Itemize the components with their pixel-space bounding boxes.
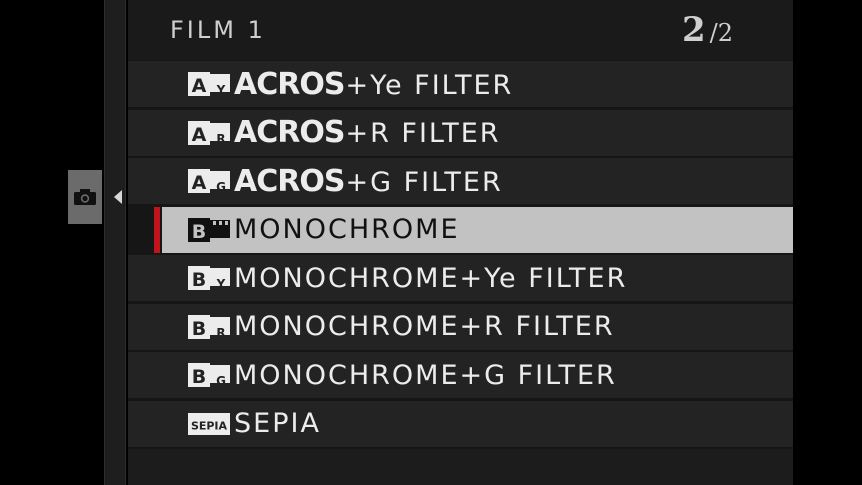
menu-item-label: MONOCHROME (234, 214, 460, 245)
svg-text:G: G (216, 180, 226, 194)
menu-footer (128, 449, 793, 485)
page-total: 2 (717, 19, 733, 47)
selection-marker (154, 206, 160, 253)
svg-text:Y: Y (216, 83, 226, 97)
acros-ye-icon: AY (187, 70, 231, 98)
svg-text:B: B (192, 269, 206, 291)
acros-brand: ACROS (234, 163, 345, 199)
menu-item[interactable]: SEPIA SEPIA (128, 400, 793, 447)
svg-text:A: A (192, 172, 207, 194)
svg-text:A: A (192, 124, 207, 146)
menu-item[interactable]: B MONOCHROME (154, 206, 793, 253)
film-simulation-list: A Y ACROS+Ye FILTER A R ACROS+R FILTER A G ACROS… (128, 61, 793, 449)
menu-header: FILM 1 2/2 (128, 0, 793, 60)
monochrome-ye-icon: BY (187, 264, 231, 292)
shooting-menu-tab[interactable] (68, 170, 102, 224)
svg-text:SEPIA: SEPIA (191, 419, 228, 432)
page-current: 2 (681, 10, 706, 50)
monochrome-icon: B (187, 216, 231, 244)
menu-panel: FILM 1 2/2 A Y ACROS+Ye FILTER A R ACROS+R FI… (128, 0, 793, 485)
menu-item-label: ACROS+G FILTER (234, 164, 503, 199)
menu-item[interactable]: A R ACROS+R FILTER (128, 109, 793, 156)
acros-brand: ACROS (234, 66, 345, 102)
menu-item[interactable]: A G ACROS+G FILTER (128, 158, 793, 204)
monochrome-g-icon: BG (187, 361, 231, 389)
menu-item-label: MONOCHROME+R FILTER (234, 311, 615, 342)
menu-item-label: SEPIA (234, 408, 321, 439)
page-separator: / (709, 19, 718, 47)
acros-r-icon: AR (187, 119, 231, 147)
menu-item[interactable]: B R MONOCHROME+R FILTER (128, 303, 793, 350)
svg-text:B: B (192, 366, 206, 388)
menu-item-label: ACROS+Ye FILTER (234, 67, 513, 102)
menu-title: FILM 1 (170, 16, 266, 44)
menu-item[interactable]: B Y MONOCHROME+Ye FILTER (128, 255, 793, 301)
menu-item-label: ACROS+R FILTER (234, 115, 501, 150)
svg-text:A: A (192, 75, 207, 97)
svg-text:R: R (216, 132, 225, 146)
svg-text:G: G (216, 374, 226, 388)
camera-icon (74, 189, 96, 205)
svg-text:R: R (216, 326, 225, 340)
filter-suffix: +Ye FILTER (345, 69, 514, 101)
menu-item-label: MONOCHROME+G FILTER (234, 359, 617, 391)
acros-brand: ACROS (234, 115, 345, 150)
page-indicator: 2/2 (682, 10, 733, 50)
sepia-icon: SEPIA (187, 410, 231, 438)
menu-item[interactable]: B G MONOCHROME+G FILTER (128, 352, 793, 398)
menu-side-rail (104, 0, 126, 485)
menu-item[interactable]: A Y ACROS+Ye FILTER (128, 61, 793, 107)
acros-g-icon: AG (187, 167, 231, 195)
filter-suffix: +G FILTER (345, 166, 503, 198)
tab-pointer-arrow (114, 190, 122, 204)
film-simulation-screen: FILM 1 2/2 A Y ACROS+Ye FILTER A R ACROS+R FI… (0, 0, 862, 485)
menu-item-label: MONOCHROME+Ye FILTER (234, 262, 628, 294)
filter-suffix: +R FILTER (345, 118, 501, 149)
monochrome-r-icon: BR (187, 313, 231, 341)
svg-text:B: B (192, 221, 206, 243)
svg-text:B: B (192, 318, 206, 340)
svg-text:Y: Y (216, 277, 226, 291)
